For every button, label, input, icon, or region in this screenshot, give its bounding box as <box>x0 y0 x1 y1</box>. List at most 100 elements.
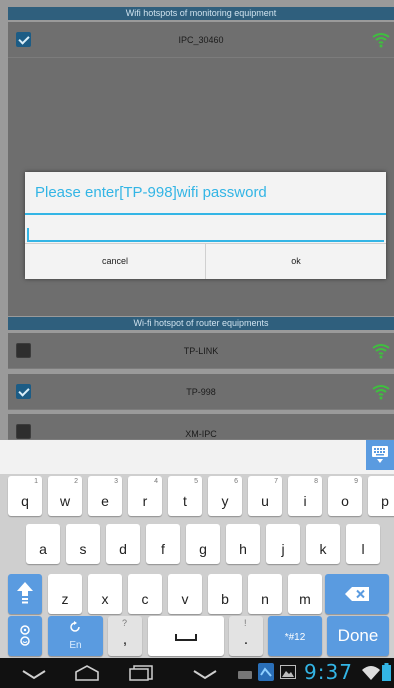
key-f[interactable]: f <box>146 524 180 564</box>
key-w[interactable]: 2w <box>48 476 82 516</box>
device-name: TP-LINK <box>183 346 219 356</box>
key-hint: 9 <box>354 478 358 485</box>
router-section-header: Wi-fi hotspot of router equipments <box>8 317 394 330</box>
recent-apps-icon[interactable] <box>129 665 153 681</box>
key-label: j <box>281 541 285 557</box>
ok-button[interactable]: ok <box>205 244 386 279</box>
symbols-key[interactable]: *#12 <box>268 616 322 656</box>
key-hint: 2 <box>74 478 78 485</box>
backspace-icon <box>345 587 369 601</box>
emoji-settings-key[interactable] <box>8 616 42 656</box>
key-label: q <box>21 493 29 509</box>
cancel-button[interactable]: cancel <box>25 244 205 279</box>
device-row-tplink[interactable]: TP-LINK <box>8 333 394 369</box>
language-switch-key[interactable]: En <box>48 616 103 656</box>
monitoring-section-header: Wifi hotspots of monitoring equipment <box>8 7 394 20</box>
key-hint: ? <box>122 618 128 628</box>
key-label: r <box>142 493 148 509</box>
key-label: d <box>119 541 127 557</box>
device-name: IPC_30460 <box>178 35 224 45</box>
key-l[interactable]: l <box>346 524 380 564</box>
key-t[interactable]: 5t <box>168 476 202 516</box>
device-row-xmipc[interactable]: XM-IPC <box>8 414 394 440</box>
key-label: . <box>243 631 249 648</box>
key-r[interactable]: 4r <box>128 476 162 516</box>
key-label: v <box>181 591 189 607</box>
shift-key[interactable] <box>8 574 42 614</box>
space-key[interactable] <box>148 616 224 656</box>
keyboard-toggle-button[interactable] <box>366 440 394 470</box>
key-label: p <box>381 493 389 509</box>
keyboard-icon <box>372 446 388 463</box>
space-icon <box>175 634 197 641</box>
screen: Wifi hotspots of monitoring equipment IP… <box>0 0 394 688</box>
key-c[interactable]: c <box>128 574 162 614</box>
navigation-bar: 9:37 <box>0 658 394 688</box>
status-clock: 9:37 <box>304 660 353 684</box>
key-label: Done <box>337 626 379 645</box>
smiley-settings-icon <box>20 625 30 646</box>
key-o[interactable]: 9o <box>328 476 362 516</box>
key-y[interactable]: 6y <box>208 476 242 516</box>
key-u[interactable]: 7u <box>248 476 282 516</box>
wifi-signal-icon <box>372 385 390 400</box>
language-label: En <box>69 640 82 651</box>
key-b[interactable]: b <box>208 574 242 614</box>
key-m[interactable]: m <box>288 574 322 614</box>
key-z[interactable]: z <box>48 574 82 614</box>
key-label: w <box>59 493 71 509</box>
title-divider <box>25 213 386 215</box>
key-g[interactable]: g <box>186 524 220 564</box>
wifi-status-icon <box>362 666 380 680</box>
device-row-ipc[interactable]: IPC_30460 <box>8 22 394 58</box>
hide-keyboard-icon[interactable] <box>193 670 217 680</box>
key-label: k <box>319 541 327 557</box>
app-notification-icon <box>258 663 274 681</box>
key-hint: 6 <box>234 478 238 485</box>
key-p[interactable]: p <box>368 476 394 516</box>
key-hint: 7 <box>274 478 278 485</box>
key-e[interactable]: 3e <box>88 476 122 516</box>
shift-icon <box>17 582 33 604</box>
key-label: c <box>141 591 149 607</box>
password-input[interactable] <box>27 224 384 242</box>
key-label: h <box>239 541 247 557</box>
key-h[interactable]: h <box>226 524 260 564</box>
key-a[interactable]: a <box>26 524 60 564</box>
key-x[interactable]: x <box>88 574 122 614</box>
image-notification-icon <box>280 665 296 679</box>
key-q[interactable]: 1q <box>8 476 42 516</box>
dialog-title: Please enter[TP-998]wifi password <box>35 184 267 201</box>
period-key[interactable]: ! . <box>229 616 263 656</box>
key-d[interactable]: d <box>106 524 140 564</box>
home-icon[interactable] <box>74 665 100 681</box>
key-label: x <box>101 591 109 607</box>
key-label: u <box>261 493 269 509</box>
key-label: t <box>183 493 187 509</box>
key-label: , <box>122 631 128 648</box>
back-icon[interactable] <box>22 670 46 680</box>
device-name: TP-998 <box>186 387 216 397</box>
backspace-key[interactable] <box>325 574 389 614</box>
key-j[interactable]: j <box>266 524 300 564</box>
key-label: n <box>261 591 269 607</box>
key-label: m <box>299 591 311 607</box>
wifi-signal-icon <box>372 33 390 48</box>
key-label: y <box>221 493 229 509</box>
key-i[interactable]: 8i <box>288 476 322 516</box>
done-key[interactable]: Done <box>327 616 389 656</box>
refresh-icon <box>70 621 80 632</box>
key-label: i <box>303 493 307 509</box>
key-label: l <box>361 541 365 557</box>
key-label: s <box>79 541 87 557</box>
device-row-tp998[interactable]: TP-998 <box>8 374 394 410</box>
comma-key[interactable]: ? , <box>108 616 142 656</box>
key-hint: 5 <box>194 478 198 485</box>
key-n[interactable]: n <box>248 574 282 614</box>
key-s[interactable]: s <box>66 524 100 564</box>
dialog-buttons: cancel ok <box>25 243 386 279</box>
key-hint: 1 <box>34 478 38 485</box>
key-v[interactable]: v <box>168 574 202 614</box>
key-k[interactable]: k <box>306 524 340 564</box>
key-label: f <box>161 541 165 557</box>
